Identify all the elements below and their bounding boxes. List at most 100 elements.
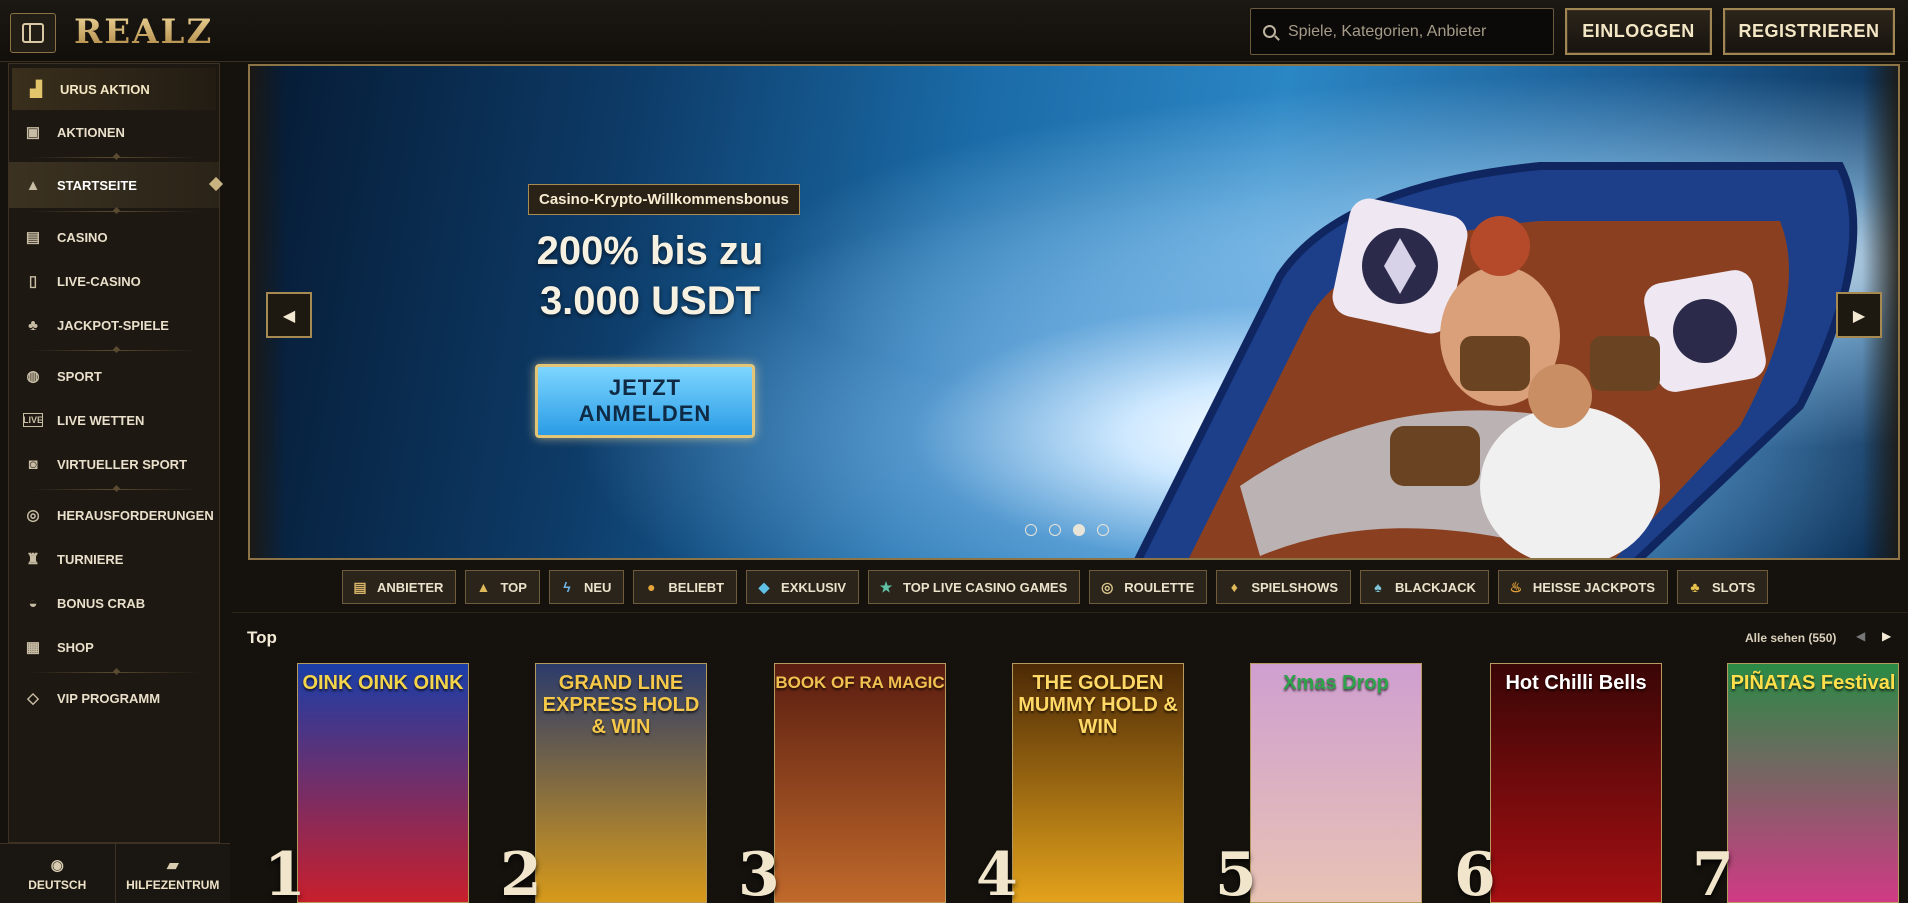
game-title: BOOK OF RA MAGIC	[775, 673, 945, 692]
sidebar-item-label: TURNIERE	[57, 551, 124, 567]
slide-indicators	[1025, 524, 1109, 536]
hero-next-button[interactable]: ▶	[1836, 292, 1882, 338]
globe-icon: ◉	[50, 856, 64, 874]
category-label: BLACKJACK	[1395, 579, 1476, 595]
diamond-icon: ◇	[27, 690, 39, 707]
sidebar-item-label: JACKPOT-SPIELE	[57, 317, 169, 333]
category-label: NEU	[583, 579, 612, 595]
category-label: TOP	[500, 579, 527, 595]
sidebar-divider	[29, 489, 199, 490]
sidebar-item-aktionen[interactable]: ▣ AKTIONEN	[9, 110, 219, 154]
slide-dot[interactable]	[1049, 524, 1061, 536]
sidebar-toggle-icon	[22, 23, 44, 43]
sidebar-item-label: STARTSEITE	[57, 177, 137, 193]
cards-icon: ▯	[28, 273, 38, 290]
search-input[interactable]	[1288, 22, 1538, 41]
gift-icon: ▣	[25, 124, 41, 141]
sidebar-item-live-casino[interactable]: ▯ LIVE-CASINO	[9, 259, 219, 303]
game-title: Hot Chilli Bells	[1505, 672, 1647, 694]
slot-machine-icon: ▤	[25, 229, 41, 246]
diamond-icon: ◆	[758, 578, 770, 595]
search-icon	[1263, 25, 1276, 38]
sidebar-item-herausforderungen[interactable]: ◎ HERAUSFORDERUNGEN	[9, 493, 219, 537]
rank-number: 7	[1692, 840, 1734, 903]
ball-icon: ◍	[26, 368, 40, 385]
sidebar-item-label: AKTIONEN	[57, 124, 125, 140]
category-anbieter[interactable]: ▤ ANBIETER	[342, 570, 457, 604]
carousel-next-button[interactable]: ▶	[1882, 629, 1891, 643]
sidebar-item-label: SPORT	[57, 368, 102, 384]
shop-icon: ▦	[25, 639, 41, 656]
hero-prev-button[interactable]: ◀	[266, 292, 312, 338]
carousel-prev-button[interactable]: ◀	[1856, 629, 1865, 643]
login-button[interactable]: EINLOGGEN	[1565, 8, 1712, 55]
lightning-icon: ϟ	[563, 579, 571, 595]
hero-title-line1: 200% bis zu	[536, 229, 764, 273]
game-card[interactable]: Hot Chilli Bells	[1490, 663, 1662, 903]
category-label: SPIELSHOWS	[1251, 579, 1339, 595]
crab-icon: ◒	[28, 594, 38, 612]
category-exklusiv[interactable]: ◆ EXKLUSIV	[746, 570, 860, 604]
sidebar-item-label: BONUS CRAB	[57, 595, 146, 611]
slide-dot-active[interactable]	[1073, 524, 1085, 536]
category-roulette[interactable]: ◎ ROULETTE	[1089, 570, 1208, 604]
game-title: THE GOLDEN MUMMY HOLD & WIN	[1018, 672, 1178, 738]
sidebar-item-label: URUS AKTION	[60, 81, 150, 97]
category-spielshows[interactable]: ♦ SPIELSHOWS	[1216, 570, 1352, 604]
category-top[interactable]: ▲ TOP	[465, 570, 540, 604]
sidebar-item-urus-aktion[interactable]: ▟ URUS AKTION	[12, 68, 216, 110]
slide-dot[interactable]	[1025, 524, 1037, 536]
chili-icon: ♨	[1509, 578, 1523, 595]
game-card[interactable]: BOOK OF RA MAGIC	[774, 663, 946, 903]
help-center-label: HILFEZENTRUM	[126, 877, 220, 892]
category-neu[interactable]: ϟ NEU	[548, 570, 625, 604]
sidebar-item-turniere[interactable]: ♜ TURNIERE	[9, 537, 219, 581]
roulette-icon: ◎	[1101, 578, 1114, 595]
rank-number: 2	[500, 840, 542, 903]
category-label: BELIEBT	[668, 579, 725, 595]
game-card[interactable]: OINK OINK OINK	[297, 663, 469, 903]
help-center-button[interactable]: ▰ HILFEZENTRUM	[114, 844, 231, 903]
see-all-link[interactable]: Alle sehen (550)	[1745, 631, 1836, 645]
sidebar-item-live-wetten[interactable]: LIVE LIVE WETTEN	[9, 398, 219, 442]
category-blackjack[interactable]: ♠ BLACKJACK	[1360, 570, 1489, 604]
sidebar-item-virtueller-sport[interactable]: ◙ VIRTUELLER SPORT	[9, 442, 219, 486]
sidebar-divider	[29, 350, 199, 351]
category-label: HEISSE JACKPOTS	[1532, 579, 1655, 595]
sidebar: ▟ URUS AKTION ▣ AKTIONEN ▲ STARTSEITE ▤ …	[8, 63, 220, 843]
sidebar-item-jackpot-spiele[interactable]: ♣ JACKPOT-SPIELE	[9, 303, 219, 347]
game-card[interactable]: Xmas Drop	[1250, 663, 1422, 903]
section-title: Top	[247, 628, 277, 647]
category-heisse-jackpots[interactable]: ♨ HEISSE JACKPOTS	[1497, 570, 1668, 604]
sidebar-item-label: VIRTUELLER SPORT	[57, 456, 188, 472]
category-beliebt[interactable]: ● BELIEBT	[633, 570, 738, 604]
register-button[interactable]: REGISTRIEREN	[1723, 8, 1895, 55]
sidebar-item-shop[interactable]: ▦ SHOP	[9, 625, 219, 669]
sidebar-item-bonus-crab[interactable]: ◒ BONUS CRAB	[9, 581, 219, 625]
sidebar-item-casino[interactable]: ▤ CASINO	[9, 215, 219, 259]
arrow-right-icon: ▶	[1852, 305, 1866, 325]
hero-banner[interactable]: Casino-Krypto-Willkommensbonus 200% bis …	[248, 64, 1900, 560]
virtual-sport-icon: ◙	[28, 455, 38, 473]
sidebar-item-startseite[interactable]: ▲ STARTSEITE	[9, 162, 219, 208]
logo[interactable]: REALZ	[74, 12, 213, 52]
sidebar-toggle-button[interactable]	[10, 13, 56, 53]
sidebar-item-label: VIP PROGRAMM	[57, 690, 161, 706]
language-button[interactable]: ◉ DEUTSCH	[0, 844, 115, 903]
rank-number: 5	[1215, 840, 1257, 903]
cherries-icon: ♣	[1690, 579, 1700, 595]
sidebar-item-label: LIVE WETTEN	[57, 412, 145, 428]
signup-cta-button[interactable]: JETZT ANMELDEN	[535, 364, 755, 438]
sidebar-item-vip-programm[interactable]: ◇ VIP PROGRAMM	[9, 676, 219, 720]
game-card[interactable]: PIÑATAS Festival	[1727, 663, 1899, 903]
category-slots[interactable]: ♣ SLOTS	[1677, 570, 1769, 604]
car-icon: ▟	[30, 81, 42, 98]
hero-tag: Casino-Krypto-Willkommensbonus	[528, 184, 800, 215]
sidebar-item-sport[interactable]: ◍ SPORT	[9, 354, 219, 398]
game-card[interactable]: THE GOLDEN MUMMY HOLD & WIN	[1012, 663, 1184, 903]
category-top-live-casino-games[interactable]: ★ TOP LIVE CASINO GAMES	[868, 570, 1081, 604]
pyramid-icon: ▲	[476, 579, 491, 595]
game-card[interactable]: GRAND LINE EXPRESS HOLD & WIN	[535, 663, 707, 903]
search-box[interactable]	[1250, 8, 1554, 55]
slide-dot[interactable]	[1097, 524, 1109, 536]
